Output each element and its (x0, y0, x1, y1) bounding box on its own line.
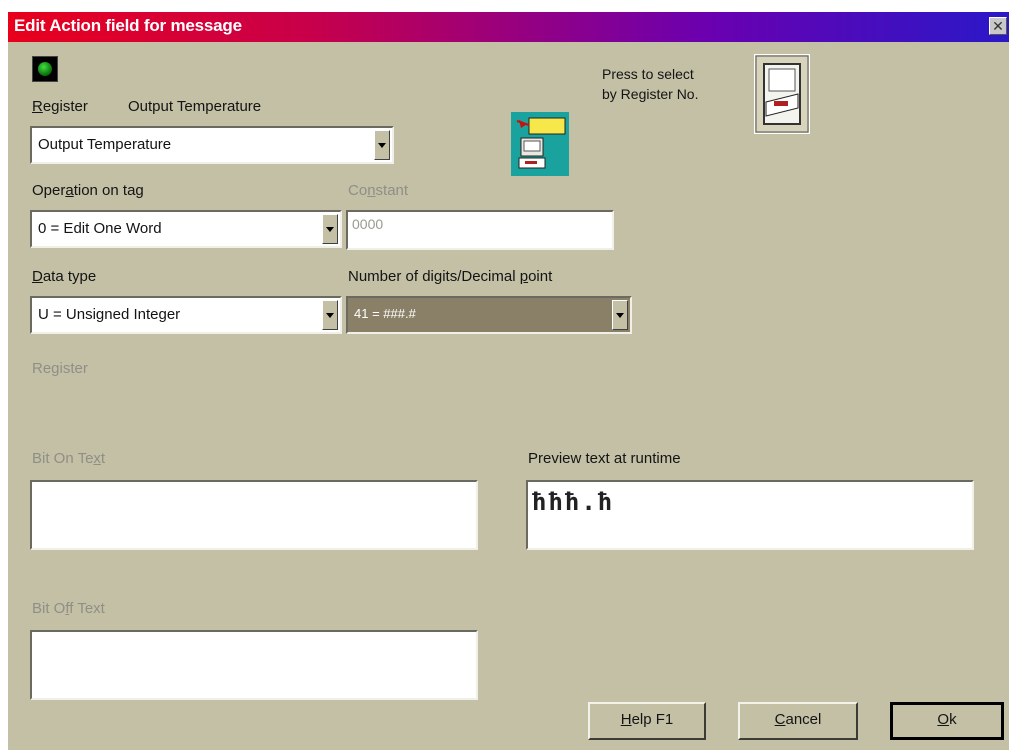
constant-label: Constant (348, 182, 409, 199)
constant-value: 0000 (352, 216, 384, 232)
select-register-button[interactable] (753, 53, 811, 135)
close-icon: ✕ (992, 18, 1004, 34)
constant-input[interactable]: 0000 (346, 210, 614, 250)
preview-textbox: ħħħ.ħ (526, 480, 974, 550)
data-type-select[interactable]: U = Unsigned Integer (30, 296, 342, 334)
register-current-name: Output Temperature (128, 98, 262, 115)
edit-action-dialog: Edit Action field for message ✕ Register… (8, 12, 1009, 750)
tag-terminal-icon[interactable] (511, 112, 569, 176)
bit-off-text-input[interactable] (30, 630, 478, 700)
digits-label: Number of digits/Decimal point (348, 268, 553, 285)
dialog-title: Edit Action field for message (14, 16, 242, 35)
chevron-down-icon[interactable] (374, 130, 390, 160)
select-by-register-line1: Press to select (602, 66, 694, 82)
register-bit-label: Register (32, 360, 88, 377)
operation-label: Operation on tag (32, 182, 144, 199)
operation-select[interactable]: 0 = Edit One Word (30, 210, 342, 248)
digits-select-value: 41 = ###.# (354, 306, 416, 321)
data-type-select-value: U = Unsigned Integer (38, 306, 181, 323)
ok-button[interactable]: Ok (890, 702, 1004, 740)
bit-on-text-label: Bit On Text (32, 450, 106, 467)
operation-select-value: 0 = Edit One Word (38, 220, 162, 237)
title-bar[interactable]: Edit Action field for message ✕ (8, 12, 1009, 42)
data-type-label: Data type (32, 268, 97, 285)
help-button[interactable]: Help F1 (588, 702, 706, 740)
preview-label: Preview text at runtime (528, 450, 681, 467)
bit-off-text-label: Bit Off Text (32, 600, 105, 617)
chevron-down-icon[interactable] (612, 300, 628, 330)
preview-value: ħħħ.ħ (532, 488, 615, 516)
digits-select[interactable]: 41 = ###.# (346, 296, 632, 334)
register-select-value: Output Temperature (38, 136, 172, 153)
register-terminal-icon (753, 53, 811, 135)
chevron-down-icon[interactable] (322, 300, 338, 330)
chevron-down-icon[interactable] (322, 214, 338, 244)
close-button[interactable]: ✕ (989, 17, 1007, 35)
select-by-register-line2: by Register No. (602, 86, 699, 102)
register-label: Register (32, 98, 88, 115)
register-select[interactable]: Output Temperature (30, 126, 394, 164)
cancel-button[interactable]: Cancel (738, 702, 858, 740)
bit-on-text-input[interactable] (30, 480, 478, 550)
status-led-icon (32, 56, 58, 82)
